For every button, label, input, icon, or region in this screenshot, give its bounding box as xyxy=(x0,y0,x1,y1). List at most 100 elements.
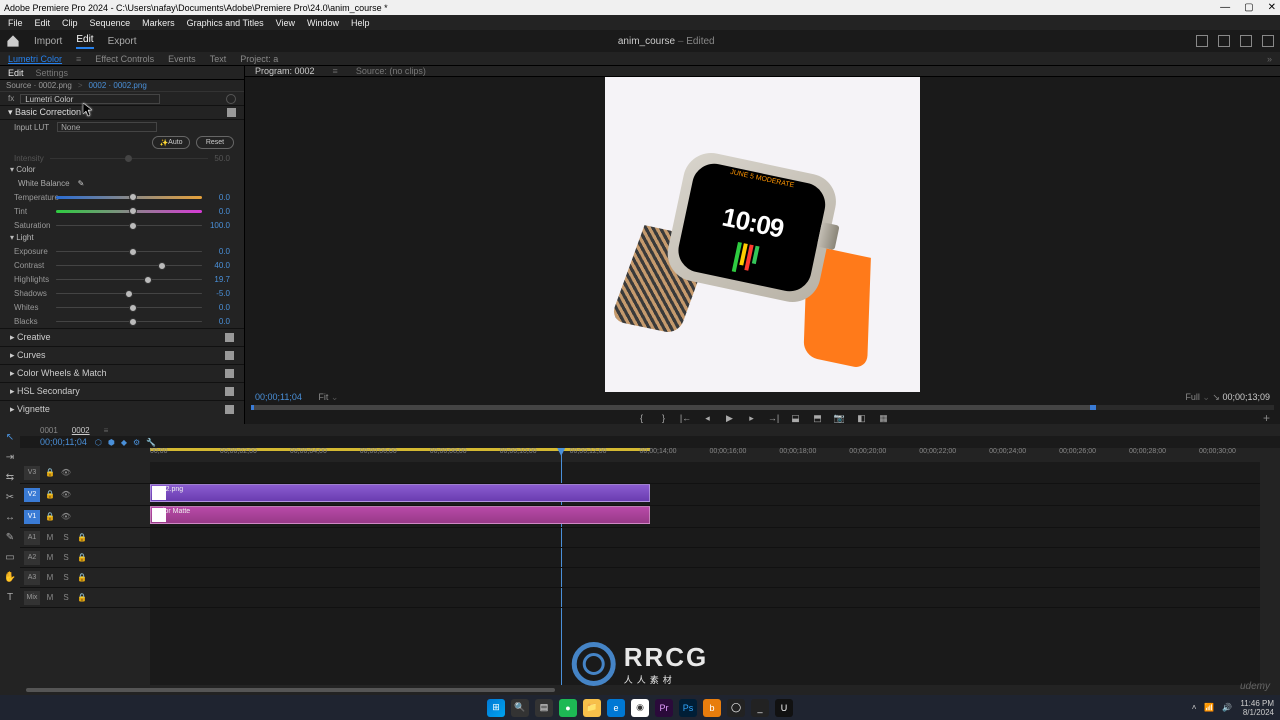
lumetri-fx-dropdown[interactable]: Lumetri Color xyxy=(20,94,160,104)
home-icon[interactable] xyxy=(6,34,20,48)
highlights-slider[interactable] xyxy=(56,279,202,280)
panel-tab-lumetri[interactable]: Lumetri Color xyxy=(8,54,62,64)
selection-tool-icon[interactable]: ↖ xyxy=(3,430,17,444)
lock-icon[interactable]: 🔒 xyxy=(76,552,88,564)
whites-slider[interactable] xyxy=(56,307,202,308)
step-back-icon[interactable]: ◂ xyxy=(702,412,714,424)
button-editor-icon[interactable]: + xyxy=(1263,411,1270,425)
razor-tool-icon[interactable]: ✂ xyxy=(3,490,17,504)
ripple-tool-icon[interactable]: ⇆ xyxy=(3,470,17,484)
slider-value[interactable]: 0.0 xyxy=(208,303,230,312)
track-target-V3[interactable]: V3 xyxy=(24,466,40,480)
volume-icon[interactable]: 🔊 xyxy=(1222,703,1232,712)
comparison-icon[interactable]: ◧ xyxy=(856,412,868,424)
track-target-A2[interactable]: A2 xyxy=(24,551,40,565)
solo-icon[interactable]: S xyxy=(60,532,72,544)
track-lane-V1[interactable]: Color Matte xyxy=(150,506,1260,528)
ws-export[interactable]: Export xyxy=(108,36,137,47)
snap-icon[interactable]: ⬡ xyxy=(95,438,102,447)
track-lane-A2[interactable] xyxy=(150,548,1260,568)
lock-icon[interactable]: 🔒 xyxy=(76,592,88,604)
lift-icon[interactable]: ⬓ xyxy=(790,412,802,424)
obs-icon[interactable]: ◯ xyxy=(727,699,745,717)
track-select-tool-icon[interactable]: ⇥ xyxy=(3,450,17,464)
close-icon[interactable]: ✕ xyxy=(1268,2,1276,13)
full-screen-icon[interactable] xyxy=(1262,35,1274,47)
section-checkbox[interactable] xyxy=(225,405,234,414)
section-checkbox[interactable] xyxy=(225,351,234,360)
extract-icon[interactable]: ⬒ xyxy=(812,412,824,424)
menu-sequence[interactable]: Sequence xyxy=(90,18,131,28)
full-dropdown[interactable]: Full xyxy=(1185,392,1200,402)
section-color-wheels-match[interactable]: ▸ Color Wheels & Match xyxy=(0,364,244,382)
timeline-zoom-scroll[interactable] xyxy=(20,685,1280,695)
track-target-Mix[interactable]: Mix xyxy=(24,591,40,605)
track-target-V1[interactable]: V1 xyxy=(24,510,40,524)
timeline-timecode[interactable]: 00;00;11;04 xyxy=(40,437,87,447)
panel-tab-text[interactable]: Text xyxy=(210,54,227,64)
premiere-icon[interactable]: Pr xyxy=(655,699,673,717)
safe-margins-icon[interactable]: ▦ xyxy=(878,412,890,424)
exposure-slider[interactable] xyxy=(56,251,202,252)
edge-icon[interactable]: e xyxy=(607,699,625,717)
blacks-slider[interactable] xyxy=(56,321,202,322)
section-hsl-secondary[interactable]: ▸ HSL Secondary xyxy=(0,382,244,400)
slip-tool-icon[interactable]: ↔ xyxy=(3,510,17,524)
timeline-content[interactable]: 00;0000;00;02;0000;00;04;0000;00;06;0000… xyxy=(150,448,1260,685)
menu-view[interactable]: View xyxy=(276,18,295,28)
menu-window[interactable]: Window xyxy=(307,18,339,28)
temperature-slider[interactable] xyxy=(56,196,202,199)
tint-slider[interactable] xyxy=(56,210,202,213)
contrast-slider[interactable] xyxy=(56,265,202,266)
sequence-tab-0002[interactable]: 0002 xyxy=(72,426,90,435)
workspace-icon[interactable] xyxy=(1196,35,1208,47)
search-icon[interactable]: 🔍 xyxy=(511,699,529,717)
go-to-out-icon[interactable]: →| xyxy=(768,412,780,424)
section-creative[interactable]: ▸ Creative xyxy=(0,328,244,346)
program-tab[interactable]: Program: 0002 xyxy=(255,66,315,76)
maximize-icon[interactable]: ▢ xyxy=(1244,2,1253,13)
track-lane-V2[interactable]: 0002.png xyxy=(150,484,1260,506)
mark-out-icon[interactable]: } xyxy=(658,412,670,424)
track-lane-Mix[interactable] xyxy=(150,588,1260,608)
sequence-tab-0001[interactable]: 0001 xyxy=(40,426,58,435)
wifi-icon[interactable]: 📶 xyxy=(1204,703,1214,712)
rectangle-tool-icon[interactable]: ▭ xyxy=(3,550,17,564)
lock-icon[interactable]: 🔒 xyxy=(76,572,88,584)
lock-icon[interactable]: 🔒 xyxy=(76,532,88,544)
share-icon[interactable] xyxy=(1218,35,1230,47)
linked-sel-icon[interactable]: ⬢ xyxy=(108,438,115,447)
quick-export-icon[interactable] xyxy=(1240,35,1252,47)
reset-button[interactable]: Reset xyxy=(196,136,234,149)
section-checkbox[interactable] xyxy=(225,387,234,396)
lumetri-tab-edit[interactable]: Edit xyxy=(8,68,24,78)
slider-value[interactable]: 0.0 xyxy=(208,207,230,216)
program-scrollbar[interactable] xyxy=(251,405,1274,410)
track-target-V2[interactable]: V2 xyxy=(24,488,40,502)
slider-value[interactable]: 100.0 xyxy=(208,221,230,230)
system-tray[interactable]: ˄ 📶 🔊 11:46 PM 8/1/2024 xyxy=(1192,699,1274,717)
panel-tab-events[interactable]: Events xyxy=(168,54,196,64)
track-target-A3[interactable]: A3 xyxy=(24,571,40,585)
spotify-icon[interactable]: ● xyxy=(559,699,577,717)
export-frame-icon[interactable]: 📷 xyxy=(834,412,846,424)
play-icon[interactable]: ▶ xyxy=(724,412,736,424)
track-eye-icon[interactable]: 👁 xyxy=(60,467,72,479)
mute-icon[interactable]: M xyxy=(44,532,56,544)
track-eye-icon[interactable]: 👁 xyxy=(60,489,72,501)
solo-icon[interactable]: S xyxy=(60,592,72,604)
menu-edit[interactable]: Edit xyxy=(35,18,51,28)
time-ruler[interactable]: 00;0000;00;02;0000;00;04;0000;00;06;0000… xyxy=(150,448,1260,462)
section-curves[interactable]: ▸ Curves xyxy=(0,346,244,364)
wrench-icon[interactable]: 🔧 xyxy=(146,438,156,447)
slider-value[interactable]: 0.0 xyxy=(208,193,230,202)
type-tool-icon[interactable]: T xyxy=(3,590,17,604)
track-target-A1[interactable]: A1 xyxy=(24,531,40,545)
program-timecode[interactable]: 00;00;11;04 xyxy=(255,392,302,402)
pen-tool-icon[interactable]: ✎ xyxy=(3,530,17,544)
go-to-in-icon[interactable]: |← xyxy=(680,412,692,424)
chrome-icon[interactable]: ◉ xyxy=(631,699,649,717)
track-lock-icon[interactable]: 🔒 xyxy=(44,489,56,501)
fit-dropdown[interactable]: Fit xyxy=(318,392,328,402)
basic-correction-checkbox[interactable] xyxy=(227,108,236,117)
